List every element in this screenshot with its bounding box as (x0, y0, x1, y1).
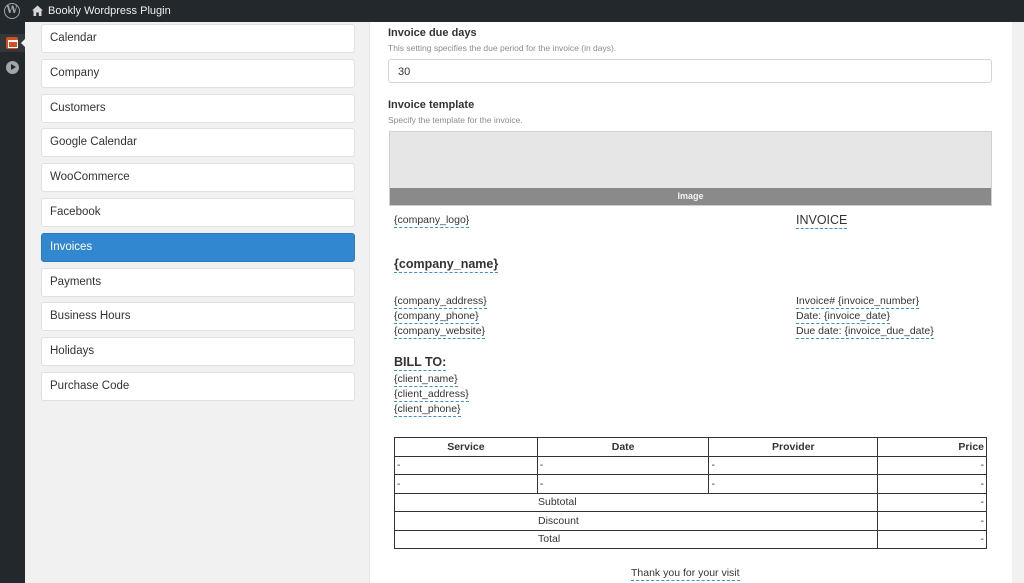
client-name-placeholder[interactable]: {client_name} (394, 373, 458, 387)
cell-service: - (394, 474, 538, 494)
bill-to-heading[interactable]: BILL TO: (394, 355, 447, 371)
discount-label: Discount (393, 511, 879, 531)
table-row: - - - - (394, 474, 987, 494)
discount-row: Discount - (393, 511, 987, 531)
nav-item-holidays[interactable]: Holidays (41, 337, 355, 367)
header-provider: Provider (708, 437, 879, 457)
subtotal-value: - (877, 492, 987, 512)
nav-item-google-calendar[interactable]: Google Calendar (41, 128, 355, 158)
template-label: Invoice template (388, 99, 475, 111)
due-days-label: Invoice due days (388, 27, 477, 39)
client-address-placeholder[interactable]: {client_address} (394, 388, 469, 402)
total-label: Total (393, 529, 879, 549)
home-icon[interactable] (31, 4, 44, 17)
nav-item-business-hours[interactable]: Business Hours (41, 302, 355, 332)
calendar-icon (6, 37, 18, 49)
cell-date: - (536, 474, 710, 494)
invoice-date-placeholder[interactable]: Date: {invoice_date} (796, 310, 890, 324)
invoice-settings-panel: Invoice due days This setting specifies … (369, 22, 1012, 583)
admin-top-bar: W Bookly Wordpress Plugin (0, 0, 1024, 22)
nav-item-woocommerce[interactable]: WooCommerce (41, 163, 355, 193)
nav-item-payments[interactable]: Payments (41, 267, 355, 297)
client-phone-placeholder[interactable]: {client_phone} (394, 403, 461, 417)
total-value: - (877, 529, 987, 549)
admin-side-menu (0, 22, 25, 583)
total-row: Total - (393, 529, 987, 549)
template-editor-image[interactable]: Image (389, 131, 992, 206)
due-days-help: This setting specifies the due period fo… (388, 43, 617, 53)
header-price: Price (877, 437, 987, 457)
settings-nav: Calendar Company Customers Google Calend… (41, 24, 355, 407)
nav-item-company[interactable]: Company (41, 58, 355, 88)
company-name-placeholder[interactable]: {company_name} (394, 257, 499, 273)
wordpress-logo-icon[interactable]: W (4, 3, 20, 19)
table-row: - - - - (394, 455, 987, 475)
header-service: Service (394, 437, 538, 457)
cell-price: - (877, 455, 987, 475)
nav-item-purchase-code[interactable]: Purchase Code (41, 371, 355, 401)
cell-service: - (394, 455, 538, 475)
thank-you-note[interactable]: Thank you for your visit (631, 567, 740, 581)
nav-item-customers[interactable]: Customers (41, 93, 355, 123)
discount-value: - (877, 511, 987, 531)
current-menu-arrow-icon (21, 39, 25, 47)
due-days-input[interactable]: 30 (388, 59, 992, 83)
menu-item-bookly[interactable] (0, 34, 25, 52)
right-gutter (1012, 22, 1024, 583)
nav-item-invoices[interactable]: Invoices (41, 232, 355, 262)
site-name-link[interactable]: Bookly Wordpress Plugin (48, 5, 171, 17)
nav-item-facebook[interactable]: Facebook (41, 197, 355, 227)
invoice-number-placeholder[interactable]: Invoice# {invoice_number} (796, 295, 920, 309)
cell-provider: - (708, 474, 879, 494)
invoice-items-table[interactable]: Service Date Provider Price - - - - - - … (393, 437, 987, 549)
cell-date: - (536, 455, 710, 475)
company-logo-placeholder[interactable]: {company_logo} (394, 214, 470, 228)
play-circle-icon[interactable] (6, 61, 19, 74)
template-help: Specify the template for the invoice. (388, 115, 523, 125)
cell-provider: - (708, 455, 879, 475)
image-toolbar[interactable]: Image (390, 188, 991, 205)
subtotal-row: Subtotal - (393, 492, 987, 512)
nav-item-calendar[interactable]: Calendar (41, 24, 355, 53)
header-date: Date (536, 437, 710, 457)
company-address-placeholder[interactable]: {company_address} (394, 295, 487, 309)
invoice-title[interactable]: INVOICE (796, 213, 848, 229)
subtotal-label: Subtotal (393, 492, 879, 512)
company-website-placeholder[interactable]: {company_website} (394, 325, 486, 339)
table-header-row: Service Date Provider Price (394, 437, 987, 457)
company-phone-placeholder[interactable]: {company_phone} (394, 310, 479, 324)
cell-price: - (877, 474, 987, 494)
invoice-due-date-placeholder[interactable]: Due date: {invoice_due_date} (796, 325, 934, 339)
